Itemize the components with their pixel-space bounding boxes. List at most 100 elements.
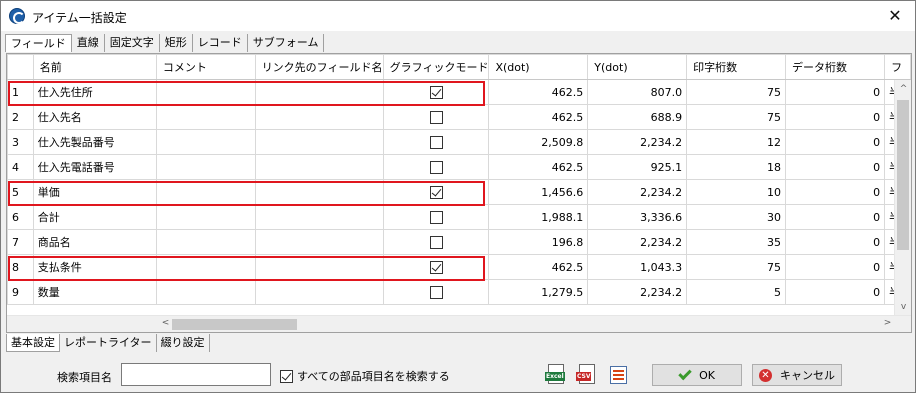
row-data-digits[interactable]: 0 [784,229,886,255]
search-all-check-icon[interactable] [280,369,293,383]
table-row[interactable]: 2仕入先名462.5688.9750半 [7,104,911,130]
row-link-field[interactable] [254,104,384,130]
search-input[interactable] [121,363,271,386]
row-name[interactable]: 仕入先製品番号 [32,129,157,155]
row-graphic-mode[interactable] [382,104,490,130]
graphic-mode-checkbox[interactable] [429,235,443,249]
row-comment[interactable] [155,179,256,205]
table-row[interactable]: 9数量1,279.52,234.250半 [7,279,911,305]
row-y[interactable]: 3,336.6 [587,204,688,230]
ok-button[interactable]: OK [652,364,742,386]
scroll-down-icon[interactable]: v [895,302,911,312]
tab-rectangle[interactable]: 矩形 [160,34,193,52]
row-link-field[interactable] [254,229,384,255]
graphic-mode-checkbox[interactable] [429,135,443,149]
row-data-digits[interactable]: 0 [784,129,886,155]
header-x[interactable]: X(dot) [488,54,589,80]
row-x[interactable]: 462.5 [488,79,589,105]
row-print-digits[interactable]: 75 [686,79,786,105]
row-link-field[interactable] [254,79,384,105]
row-name[interactable]: 仕入先住所 [32,79,157,105]
header-link-field[interactable]: リンク先のフィールド名 [254,54,384,80]
graphic-mode-checkbox[interactable] [429,110,443,124]
row-comment[interactable] [155,104,256,130]
horizontal-scrollbar[interactable]: < > [7,315,911,332]
row-y[interactable]: 2,234.2 [587,179,688,205]
scroll-right-icon[interactable]: > [879,318,896,328]
vertical-scroll-thumb[interactable] [897,100,909,250]
row-y[interactable]: 925.1 [587,154,688,180]
row-x[interactable]: 1,456.6 [488,179,589,205]
table-row[interactable]: 5単価1,456.62,234.2100半 [7,179,911,205]
graphic-mode-checkbox[interactable] [429,210,443,224]
row-y[interactable]: 688.9 [587,104,688,130]
table-row[interactable]: 3仕入先製品番号2,509.82,234.2120半 [7,129,911,155]
close-button[interactable]: ✕ [875,1,915,31]
header-comment[interactable]: コメント [155,54,256,80]
row-data-digits[interactable]: 0 [784,104,886,130]
row-graphic-mode[interactable] [382,204,490,230]
row-x[interactable]: 462.5 [488,254,589,280]
row-link-field[interactable] [254,279,384,305]
row-y[interactable]: 2,234.2 [587,279,688,305]
search-all-checkbox[interactable]: すべての部品項目名を検索する [280,368,450,384]
table-row[interactable]: 6合計1,988.13,336.6300半 [7,204,911,230]
row-graphic-mode[interactable] [382,154,490,180]
tab-line[interactable]: 直線 [72,34,105,52]
row-print-digits[interactable]: 5 [686,279,786,305]
row-print-digits[interactable]: 10 [686,179,786,205]
field-grid[interactable]: 名前 コメント リンク先のフィールド名 グラフィックモード X(dot) Y(d… [6,53,912,333]
row-print-digits[interactable]: 30 [686,204,786,230]
row-y[interactable]: 2,234.2 [587,129,688,155]
tab-fixed-text[interactable]: 固定文字 [105,34,160,52]
row-name[interactable]: 支払条件 [32,254,157,280]
row-comment[interactable] [155,79,256,105]
row-y[interactable]: 807.0 [587,79,688,105]
graphic-mode-checkbox[interactable] [429,160,443,174]
scroll-up-icon[interactable]: ^ [895,84,911,94]
row-x[interactable]: 2,509.8 [488,129,589,155]
row-graphic-mode[interactable] [382,79,490,105]
row-link-field[interactable] [254,179,384,205]
tab-record[interactable]: レコード [193,34,248,52]
row-comment[interactable] [155,229,256,255]
csv-export-icon[interactable]: CSV [576,364,598,386]
tab-field[interactable]: フィールド [5,34,72,52]
header-y[interactable]: Y(dot) [587,54,688,80]
row-name[interactable]: 仕入先名 [32,104,157,130]
row-print-digits[interactable]: 35 [686,229,786,255]
tab-report-writer[interactable]: レポートライター [60,334,157,352]
row-link-field[interactable] [254,129,384,155]
row-graphic-mode[interactable] [382,254,490,280]
table-row[interactable]: 4仕入先電話番号462.5925.1180半 [7,154,911,180]
row-x[interactable]: 462.5 [488,154,589,180]
row-data-digits[interactable]: 0 [784,79,886,105]
row-link-field[interactable] [254,204,384,230]
graphic-mode-checkbox[interactable] [429,185,443,199]
row-comment[interactable] [155,204,256,230]
header-name[interactable]: 名前 [32,54,157,80]
table-row[interactable]: 1仕入先住所462.5807.0750半 [7,79,911,105]
row-print-digits[interactable]: 75 [686,254,786,280]
row-comment[interactable] [155,254,256,280]
row-graphic-mode[interactable] [382,179,490,205]
row-data-digits[interactable]: 0 [784,154,886,180]
row-print-digits[interactable]: 12 [686,129,786,155]
header-print-digits[interactable]: 印字桁数 [686,54,786,80]
row-data-digits[interactable]: 0 [784,204,886,230]
graphic-mode-checkbox[interactable] [429,260,443,274]
row-name[interactable]: 商品名 [32,229,157,255]
row-comment[interactable] [155,154,256,180]
row-x[interactable]: 1,279.5 [488,279,589,305]
row-x[interactable]: 462.5 [488,104,589,130]
row-print-digits[interactable]: 18 [686,154,786,180]
row-data-digits[interactable]: 0 [784,179,886,205]
header-data-digits[interactable]: データ桁数 [784,54,886,80]
tab-subform[interactable]: サブフォーム [248,34,325,52]
row-graphic-mode[interactable] [382,279,490,305]
row-print-digits[interactable]: 75 [686,104,786,130]
tab-binding-settings[interactable]: 綴り設定 [157,334,210,352]
row-graphic-mode[interactable] [382,129,490,155]
row-comment[interactable] [155,129,256,155]
row-graphic-mode[interactable] [382,229,490,255]
